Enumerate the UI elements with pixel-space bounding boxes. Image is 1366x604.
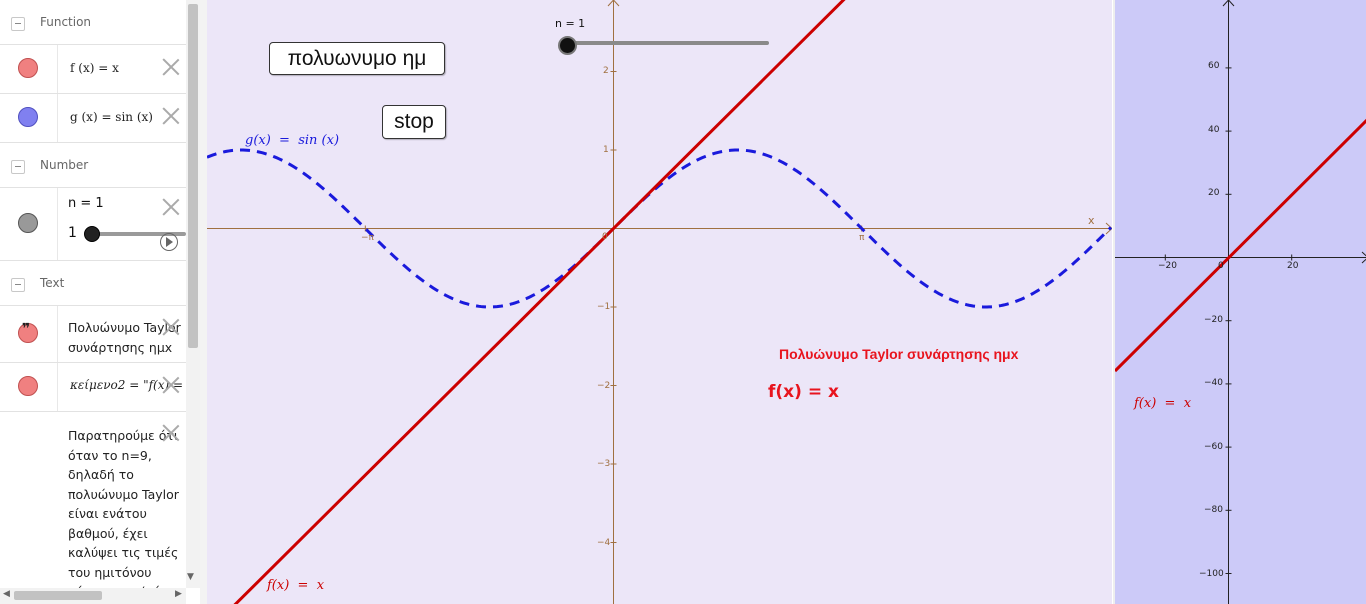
algebra-item-g[interactable]: g (x) = sin (x) bbox=[0, 94, 186, 143]
visibility-toggle-icon[interactable] bbox=[18, 376, 38, 396]
collapse-icon[interactable] bbox=[11, 160, 25, 174]
quote-icon[interactable]: ❞ bbox=[18, 321, 38, 343]
y-tick-label: −4 bbox=[597, 538, 611, 548]
f-label: f(x) = x bbox=[267, 578, 325, 593]
slider-label: n = 1 bbox=[555, 17, 586, 30]
graphics-1-canvas[interactable] bbox=[207, 0, 1112, 604]
slider-handle[interactable] bbox=[558, 36, 577, 55]
x-axis-name: x bbox=[1088, 214, 1095, 227]
y-tick-label: −3 bbox=[597, 459, 611, 469]
category-label: Number bbox=[40, 158, 89, 172]
y-tick-label: −2 bbox=[597, 381, 611, 391]
slider-handle[interactable] bbox=[84, 226, 100, 242]
visibility-toggle-icon[interactable] bbox=[18, 107, 38, 127]
y-tick-label: 2 bbox=[603, 66, 609, 76]
category-text[interactable]: Text bbox=[0, 261, 186, 306]
x-tick-label: π bbox=[859, 233, 865, 243]
title-text: Πολυώνυμο Taylor συνάρτησης ημx bbox=[779, 346, 1019, 362]
y-tick-label: 40 bbox=[1208, 125, 1220, 135]
y-tick-label: 60 bbox=[1208, 61, 1220, 71]
delete-icon[interactable] bbox=[162, 58, 180, 76]
delete-icon[interactable] bbox=[162, 198, 180, 216]
x-tick-label: −π bbox=[361, 233, 374, 243]
origin-label: 0 bbox=[602, 232, 608, 242]
y-tick-label: −60 bbox=[1204, 442, 1223, 452]
category-label: Text bbox=[40, 276, 65, 290]
horizontal-scrollbar-thumb[interactable] bbox=[14, 591, 102, 600]
slider-track[interactable] bbox=[566, 41, 769, 45]
scroll-right-arrow-icon[interactable]: ▶ bbox=[175, 589, 182, 599]
y-tick-label: 20 bbox=[1208, 188, 1220, 198]
y-tick-label: 1 bbox=[603, 145, 609, 155]
graphics-view-2[interactable]: −20 0 20 60 40 20 −20 −40 −60 −80 −100 f… bbox=[1113, 0, 1366, 604]
algebra-item-text3[interactable]: Παρατηρούμε ότι όταν το n=9, δηλαδή το π… bbox=[0, 412, 186, 599]
function-g-expression[interactable]: g (x) = sin (x) bbox=[70, 110, 153, 124]
y-tick-label: −80 bbox=[1204, 505, 1223, 515]
f-line[interactable] bbox=[207, 0, 1112, 604]
delete-icon[interactable] bbox=[162, 107, 180, 125]
category-number[interactable]: Number bbox=[0, 143, 186, 188]
scroll-down-arrow-icon[interactable]: ▼ bbox=[187, 572, 194, 582]
f-label: f(x) = x bbox=[1134, 396, 1192, 411]
play-icon[interactable] bbox=[160, 233, 178, 251]
algebra-item-n[interactable]: n = 1 1 bbox=[0, 188, 186, 261]
x-tick-label: −20 bbox=[1158, 261, 1177, 271]
scroll-left-arrow-icon[interactable]: ◀ bbox=[3, 589, 10, 599]
visibility-toggle-icon[interactable] bbox=[18, 58, 38, 78]
polynomial-button[interactable]: πολυωνυμο ημ bbox=[269, 42, 445, 75]
stop-button[interactable]: stop bbox=[382, 105, 446, 139]
view-divider[interactable] bbox=[200, 0, 207, 604]
algebra-item-text2[interactable]: κείμενο2 = "f(x) = bbox=[0, 363, 186, 412]
algebra-item-text1[interactable]: ❞ Πολυώνυμο Taylor συνάρτησης ημx bbox=[0, 306, 186, 363]
delete-icon[interactable] bbox=[162, 424, 180, 442]
origin-label: 0 bbox=[1218, 261, 1224, 271]
y-tick-label: −20 bbox=[1204, 315, 1223, 325]
visibility-toggle-icon[interactable] bbox=[18, 213, 38, 233]
algebra-view: Function f (x) = x g (x) = sin (x) Numbe… bbox=[0, 0, 201, 604]
vertical-scrollbar-thumb[interactable] bbox=[188, 4, 198, 348]
text1-line: συνάρτησης ημx bbox=[68, 339, 173, 355]
collapse-icon[interactable] bbox=[11, 278, 25, 292]
category-function[interactable]: Function bbox=[0, 0, 186, 45]
collapse-icon[interactable] bbox=[11, 17, 25, 31]
x-tick-label: 20 bbox=[1287, 261, 1299, 271]
function-f-expression[interactable]: f (x) = x bbox=[70, 61, 119, 75]
category-label: Function bbox=[40, 15, 92, 29]
graphics-2-canvas[interactable] bbox=[1115, 0, 1366, 604]
number-n-label[interactable]: n = 1 bbox=[68, 196, 104, 211]
y-tick-label: −100 bbox=[1199, 569, 1224, 579]
f-line[interactable] bbox=[1115, 118, 1366, 373]
algebra-item-f[interactable]: f (x) = x bbox=[0, 45, 186, 94]
number-n-value: 1 bbox=[68, 225, 77, 241]
y-tick-label: −1 bbox=[597, 302, 611, 312]
delete-icon[interactable] bbox=[162, 318, 180, 336]
formula-text: f(x) = x bbox=[768, 382, 839, 402]
text3-block: Παρατηρούμε ότι όταν το n=9, δηλαδή το π… bbox=[68, 428, 179, 599]
g-label: g(x) = sin (x) bbox=[245, 133, 340, 148]
graphics-view-1[interactable]: x −π π 2 1 −1 −2 −3 −4 0 πολυωνυμο ημ st… bbox=[207, 0, 1112, 604]
y-tick-label: −40 bbox=[1204, 378, 1223, 388]
delete-icon[interactable] bbox=[162, 376, 180, 394]
